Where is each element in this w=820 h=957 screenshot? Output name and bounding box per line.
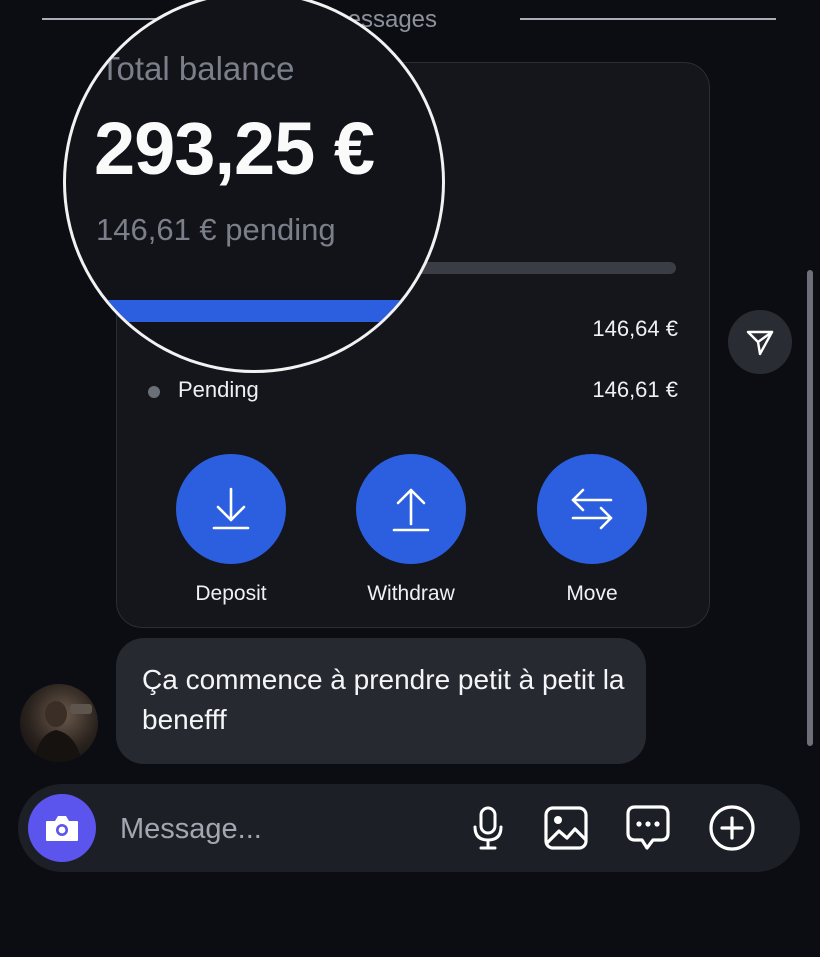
move-label: Move: [566, 582, 618, 605]
sticker-button[interactable]: [624, 804, 672, 852]
balance-row-pending: Pending 146,61 €: [148, 375, 678, 409]
pending-amount-text: 146,61 € pending: [96, 212, 336, 247]
plus-circle-icon: [709, 805, 755, 851]
message-bubble[interactable]: Ça commence à prendre petit à petit la b…: [116, 638, 646, 764]
camera-button[interactable]: [28, 794, 96, 862]
message-text: Ça commence à prendre petit à petit la b…: [142, 664, 625, 735]
upload-icon: [392, 488, 430, 532]
move-button[interactable]: Move: [502, 454, 682, 606]
scrollbar[interactable]: [807, 270, 813, 746]
gallery-button[interactable]: [542, 804, 590, 852]
image-icon: [544, 806, 588, 850]
swap-arrows-icon: [571, 488, 613, 530]
balance-progress-fill: [106, 300, 442, 322]
avatar-photo: [34, 701, 92, 762]
avatar[interactable]: [20, 684, 98, 762]
total-balance-amount: 293,25 €: [94, 107, 375, 190]
row-amount: 146,61 €: [592, 377, 678, 402]
message-input[interactable]: [118, 806, 442, 852]
deposit-circle[interactable]: [176, 454, 286, 564]
withdraw-label: Withdraw: [367, 582, 455, 605]
message-composer: [18, 784, 800, 872]
withdraw-button[interactable]: Withdraw: [321, 454, 501, 606]
move-circle[interactable]: [537, 454, 647, 564]
microphone-icon: [473, 806, 503, 850]
more-button[interactable]: [708, 804, 756, 852]
row-label: Pending: [178, 377, 259, 402]
row-amount: 146,64 €: [592, 316, 678, 341]
withdraw-circle[interactable]: [356, 454, 466, 564]
send-icon: [746, 330, 774, 356]
message-dots-icon: [626, 805, 670, 850]
total-balance-label: Total balance: [100, 50, 295, 87]
share-button[interactable]: [728, 310, 792, 374]
microphone-button[interactable]: [464, 804, 512, 852]
zoom-magnifier: Total balance 293,25 € 146,61 € pending: [66, 0, 442, 370]
divider-line-right: [520, 18, 776, 20]
download-icon: [212, 487, 250, 530]
pending-dot-icon: [148, 386, 160, 398]
camera-icon: [46, 816, 78, 841]
deposit-label: Deposit: [195, 582, 267, 605]
deposit-button[interactable]: Deposit: [141, 454, 321, 606]
